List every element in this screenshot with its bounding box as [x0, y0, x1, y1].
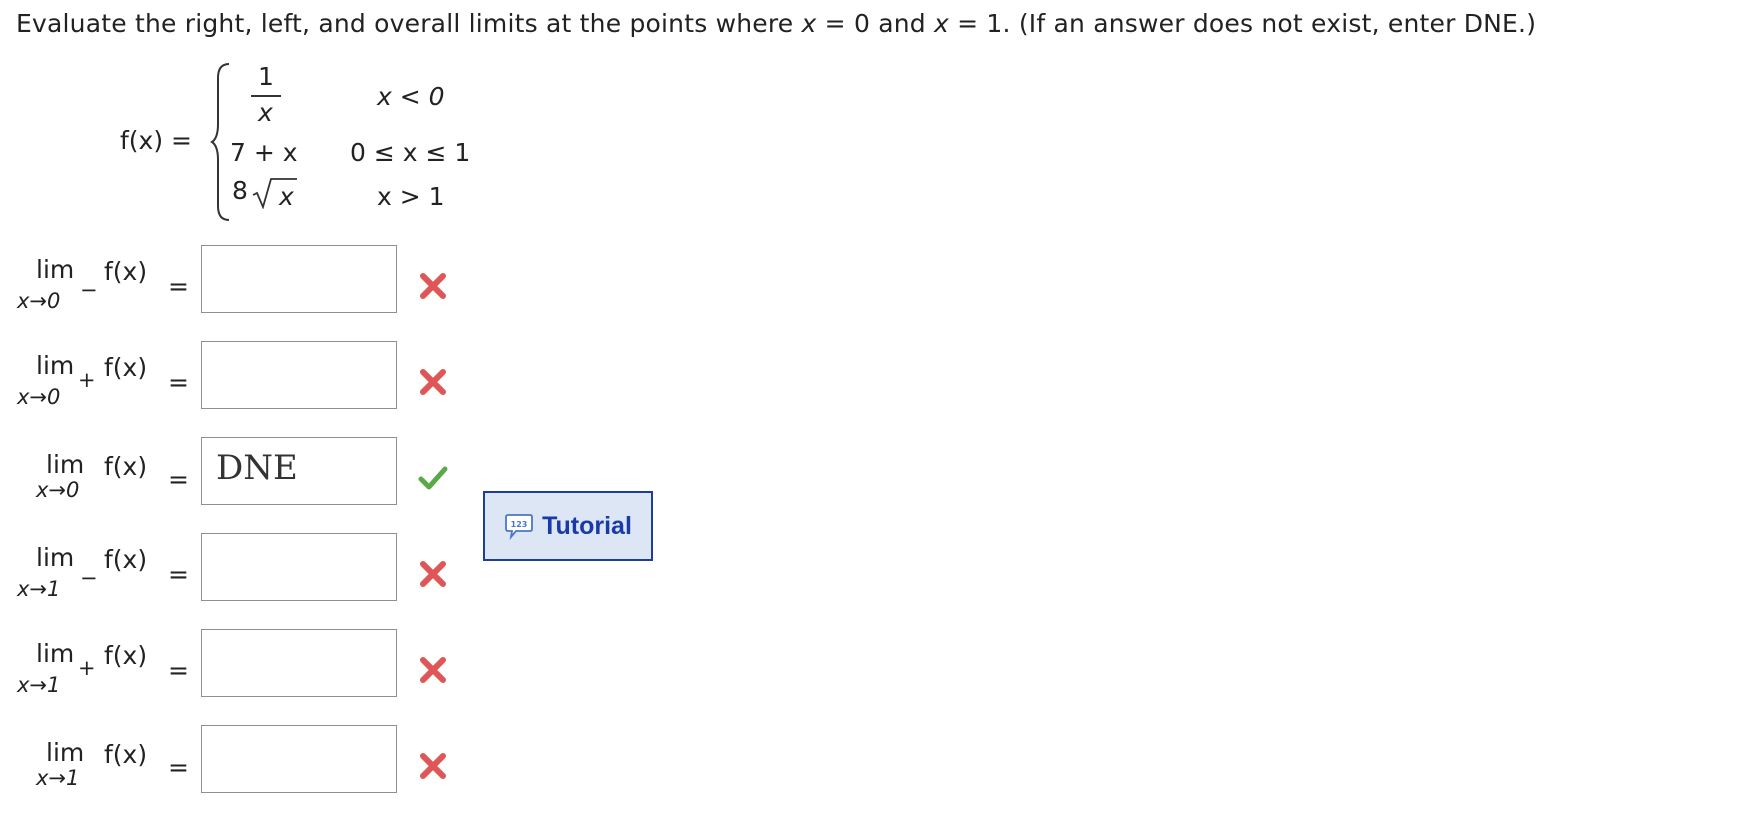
function-lhs: f(x) =	[120, 126, 192, 155]
answer-input-right-limit-at-1[interactable]	[201, 629, 397, 697]
lim-approach: x→0	[36, 478, 80, 502]
lim-approach: x→1	[17, 577, 61, 601]
function-label: f(x)	[104, 545, 148, 574]
brace-icon	[210, 63, 230, 221]
case3-radicand: x	[279, 182, 294, 211]
function-label: f(x)	[104, 452, 148, 481]
lim-approach: x→0	[17, 385, 61, 409]
lim-approach: x→0	[17, 289, 61, 313]
speech-bubble-123-icon: 123	[505, 514, 533, 540]
lim-side: −	[80, 278, 98, 302]
incorrect-x-icon	[420, 369, 446, 395]
incorrect-x-icon	[420, 273, 446, 299]
lim-side: +	[78, 368, 96, 392]
function-label: f(x)	[104, 740, 148, 769]
answer-input-limit-at-1[interactable]	[201, 725, 397, 793]
answer-input-left-limit-at-0[interactable]	[201, 245, 397, 313]
equals-sign: =	[168, 753, 189, 782]
svg-text:123: 123	[511, 520, 528, 529]
lim-approach: x→1	[36, 766, 80, 790]
equals-sign: =	[168, 465, 189, 494]
tutorial-label: Tutorial	[542, 511, 632, 540]
incorrect-x-icon	[420, 657, 446, 683]
case3-condition: x > 1	[377, 182, 445, 211]
correct-check-icon	[418, 466, 448, 490]
lim-label: lim	[36, 639, 75, 668]
incorrect-x-icon	[420, 753, 446, 779]
case1-denominator: x	[258, 98, 273, 127]
case1-condition: x < 0	[377, 82, 445, 111]
function-label: f(x)	[104, 353, 148, 382]
lim-label: lim	[36, 543, 75, 572]
lim-label: lim	[36, 351, 75, 380]
question-text: Evaluate the right, left, and overall li…	[16, 9, 1537, 38]
case2-condition: 0 ≤ x ≤ 1	[350, 138, 471, 167]
fraction-bar	[251, 95, 281, 97]
equals-sign: =	[168, 368, 189, 397]
function-label: f(x)	[104, 257, 148, 286]
answer-input-left-limit-at-1[interactable]	[201, 533, 397, 601]
answer-input-right-limit-at-0[interactable]	[201, 341, 397, 409]
case1-numerator: 1	[258, 62, 274, 91]
lim-label: lim	[46, 738, 85, 767]
case2-expression: 7 + x	[230, 138, 298, 167]
equals-sign: =	[168, 560, 189, 589]
tutorial-button[interactable]: 123 Tutorial	[483, 491, 653, 561]
answer-input-limit-at-0[interactable]: DNE	[201, 437, 397, 505]
lim-side: −	[80, 566, 98, 590]
lim-side: +	[78, 656, 96, 680]
equals-sign: =	[168, 656, 189, 685]
lim-approach: x→1	[17, 673, 61, 697]
lim-label: lim	[46, 450, 85, 479]
case3-coefficient: 8	[232, 176, 248, 205]
equals-sign: =	[168, 272, 189, 301]
incorrect-x-icon	[420, 561, 446, 587]
function-label: f(x)	[104, 641, 148, 670]
lim-label: lim	[36, 255, 75, 284]
